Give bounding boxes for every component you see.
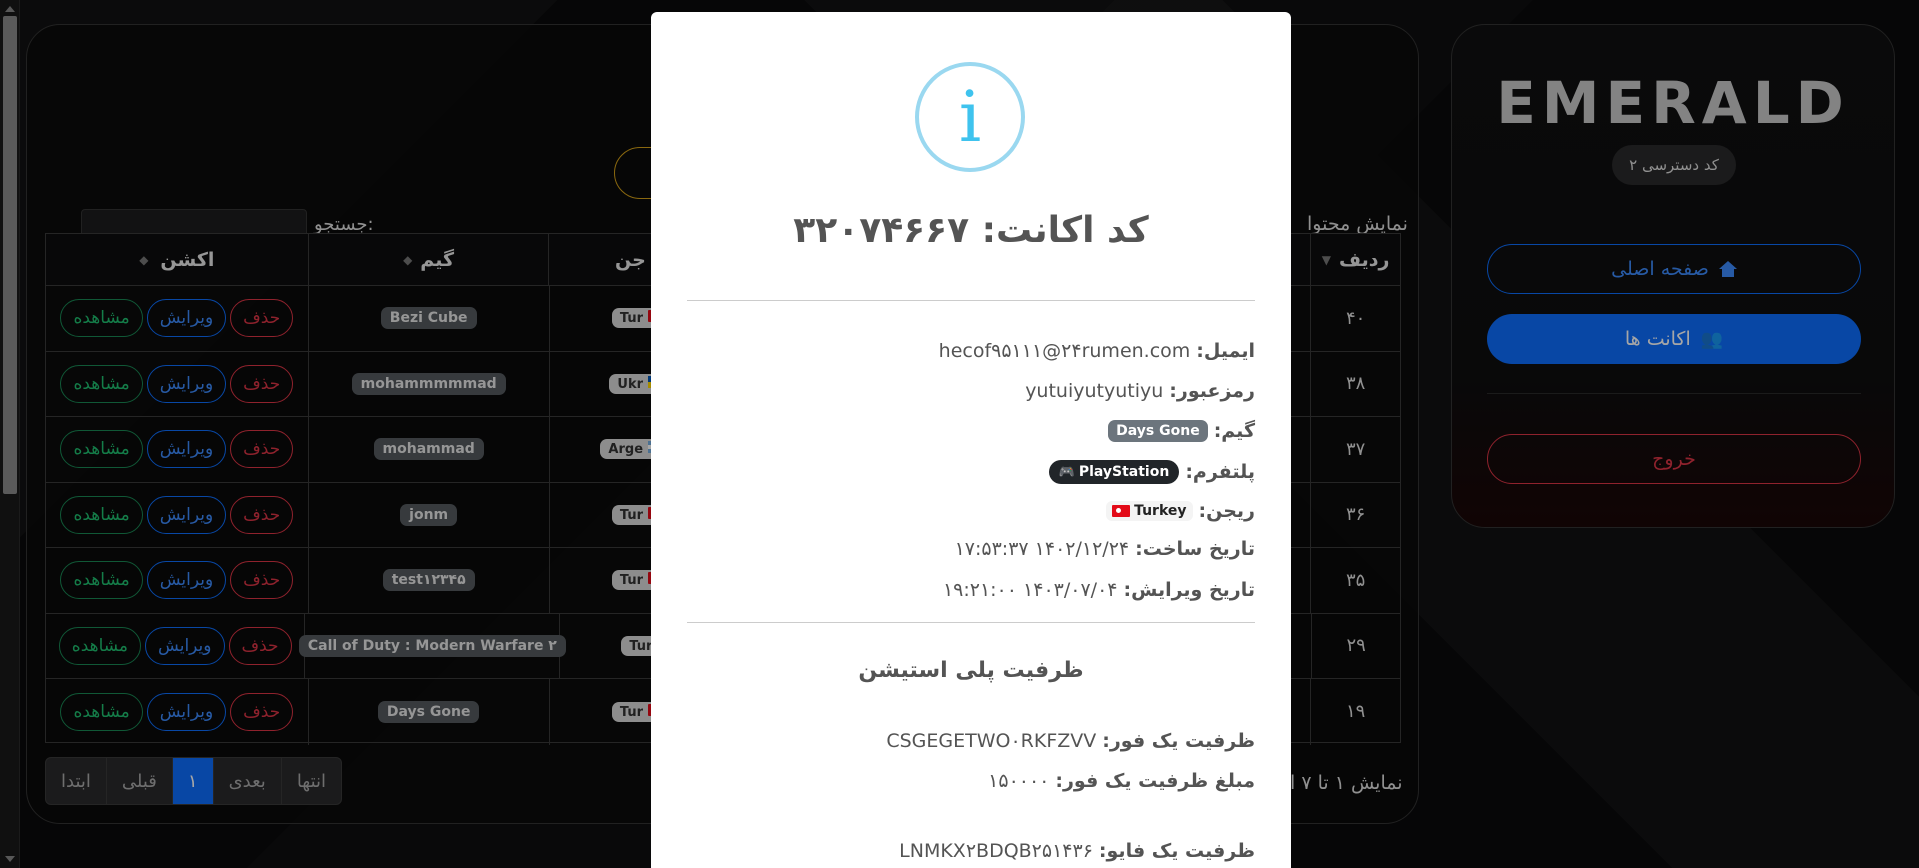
created-row: تاریخ ساخت: ۱۴۰۲/۱۲/۲۴ ۱۷:۵۳:۳۷ [955, 538, 1255, 560]
created-label: تاریخ ساخت: [1135, 538, 1255, 560]
email-label: ایمیل: [1196, 340, 1255, 362]
playstation-icon: 🎮 [1058, 464, 1075, 480]
edited-label: تاریخ ویرایش: [1123, 579, 1255, 601]
region-value: Turkey [1134, 503, 1187, 519]
platform-badge: 🎮 PlayStation [1048, 460, 1180, 484]
region-label: ریجن: [1198, 500, 1255, 522]
cap5-label: ظرفیت یک فایو: [1098, 840, 1255, 862]
cap5-row: ظرفیت یک فایو: LNMKX۲BDQB۲۵۱۴۳۶ [899, 840, 1255, 862]
cap4-value: CSGEGETWO۰RKFZVV [886, 730, 1097, 752]
capacity-section-title: ظرفیت پلی استیشن [858, 658, 1084, 683]
game-label: گیم: [1213, 420, 1255, 442]
cap4-price-value: ۱۵۰۰۰۰ [988, 770, 1050, 792]
platform-row: پلتفرم: 🎮 PlayStation [1048, 460, 1255, 484]
password-label: رمزعبور: [1169, 380, 1255, 402]
modal-title: کد اکانت: ۳۲۰۷۴۶۶۷ [793, 210, 1149, 251]
game-badge: Days Gone [1108, 420, 1208, 442]
created-value: ۱۴۰۲/۱۲/۲۴ ۱۷:۵۳:۳۷ [954, 538, 1130, 560]
password-value: yutuiyutyutiyu [1025, 380, 1164, 402]
cap4-label: ظرفیت یک فور: [1102, 730, 1255, 752]
edited-row: تاریخ ویرایش: ۱۴۰۳/۰۷/۰۴ ۱۹:۲۱:۰۰ [943, 579, 1255, 601]
cap4-row: ظرفیت یک فور: CSGEGETWO۰RKFZVV [886, 730, 1255, 752]
game-row: گیم: Days Gone [1108, 420, 1255, 442]
region-row: ریجن: Turkey [1106, 500, 1255, 522]
cap5-value: LNMKX۲BDQB۲۵۱۴۳۶ [899, 840, 1093, 862]
turkey-flag-icon [1112, 505, 1131, 517]
account-detail-modal: i کد اکانت: ۳۲۰۷۴۶۶۷ ایمیل: hecof۹۵۱۱۱@۲… [651, 12, 1291, 868]
modal-divider [687, 622, 1255, 623]
modal-divider [687, 300, 1255, 301]
password-row: رمزعبور: yutuiyutyutiyu [1025, 380, 1255, 402]
cap4-price-row: مبلغ ظرفیت یک فور: ۱۵۰۰۰۰ [988, 770, 1255, 792]
email-row: ایمیل: hecof۹۵۱۱۱@۲۴rumen.com [939, 340, 1255, 362]
region-badge: Turkey [1106, 501, 1193, 521]
edited-value: ۱۴۰۳/۰۷/۰۴ ۱۹:۲۱:۰۰ [942, 579, 1118, 601]
platform-label: پلتفرم: [1185, 461, 1255, 483]
email-value: hecof۹۵۱۱۱@۲۴rumen.com [938, 340, 1191, 362]
cap4-price-label: مبلغ ظرفیت یک فور: [1055, 770, 1255, 792]
info-icon: i [915, 62, 1025, 172]
platform-value: PlayStation [1078, 464, 1170, 480]
